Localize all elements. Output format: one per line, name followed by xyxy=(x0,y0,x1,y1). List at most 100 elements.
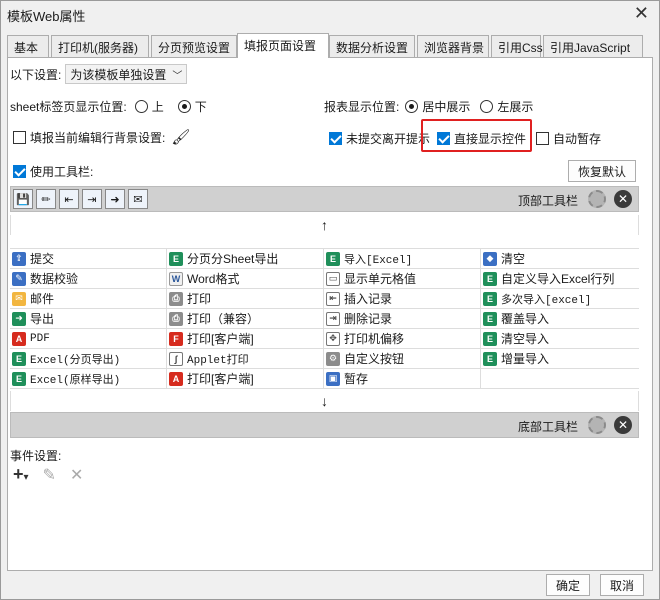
grid-item[interactable]: ⎙ 打印 xyxy=(167,289,324,309)
add-event-icon[interactable]: +▾ xyxy=(13,464,29,485)
sheet-position-row: sheet标签页显示位置: 上 下 xyxy=(10,97,207,115)
use-toolbar-checkbox[interactable] xyxy=(13,164,26,178)
printer-icon: ⎙ xyxy=(169,291,183,306)
tab-basic[interactable]: 基本 xyxy=(7,35,49,57)
tab-data-analysis[interactable]: 数据分析设置 xyxy=(329,35,415,57)
bottom-toolbar-label: 底部工具栏 xyxy=(517,420,578,434)
autosave-label: 自动暂存 xyxy=(553,131,602,146)
submit-icon: ⇪ xyxy=(12,251,26,266)
grid-item[interactable]: ✉ 邮件 xyxy=(10,289,167,309)
grid-item[interactable]: ⇥ 删除记录 xyxy=(324,309,481,329)
grid-item[interactable]: E 多次导入[excel] xyxy=(481,289,639,309)
tab-css[interactable]: 引用Css xyxy=(491,35,543,57)
use-toolbar-label: 使用工具栏: xyxy=(30,164,94,179)
tab-page-preview[interactable]: 分页预览设置 xyxy=(151,35,237,57)
sheet-bottom-radio[interactable] xyxy=(177,99,191,113)
unsubmitted-checkbox[interactable] xyxy=(329,131,342,145)
grid-item[interactable]: ◆ 清空 xyxy=(481,249,639,269)
grid-item[interactable]: ▣ 暂存 xyxy=(324,369,481,389)
report-center-radio[interactable] xyxy=(405,99,419,113)
pdf-icon: A xyxy=(169,371,183,386)
ok-button[interactable]: 确定 xyxy=(546,574,590,596)
fill-bg-checkbox[interactable] xyxy=(13,130,26,144)
grid-item-empty xyxy=(481,369,639,389)
grid-item[interactable]: A 打印[客户端] xyxy=(167,369,324,389)
grid-item[interactable]: F 打印[客户端] xyxy=(167,329,324,349)
tab-browser-bg[interactable]: 浏览器背景 xyxy=(417,35,489,57)
save-icon[interactable]: 💾 xyxy=(13,189,33,209)
delete-event-icon[interactable]: ✕ xyxy=(70,465,83,485)
arrow-down-icon[interactable]: ↓ xyxy=(321,393,328,409)
restore-default-button[interactable]: 恢复默认 xyxy=(568,160,636,182)
tab-fill-page[interactable]: 填报页面设置 xyxy=(237,33,329,58)
email-icon[interactable]: ✉ xyxy=(128,189,148,209)
sheet-position-label: sheet标签页显示位置: xyxy=(10,99,127,114)
fill-bg-label: 填报当前编辑行背景设置: xyxy=(30,130,166,145)
grid-item[interactable]: E 增量导入 xyxy=(481,349,639,369)
report-left-radio[interactable] xyxy=(480,99,494,113)
excel-icon: E xyxy=(12,371,26,386)
grid-item[interactable]: ➜ 导出 xyxy=(10,309,167,329)
move-up-row: ↑ xyxy=(10,215,639,235)
chevron-down-icon: ﹀ xyxy=(172,70,183,82)
grid-item[interactable]: ▭ 显示单元格值 xyxy=(324,269,481,289)
grid-item[interactable]: ⇪ 提交 xyxy=(10,249,167,269)
events-label: 事件设置: xyxy=(10,449,62,463)
gear-icon[interactable] xyxy=(588,190,606,208)
grid-item[interactable]: A PDF xyxy=(10,329,167,349)
fill-bg-row: 填报当前编辑行背景设置: 🖌 xyxy=(13,127,190,147)
arrow-up-icon[interactable]: ↑ xyxy=(321,217,328,233)
grid-item-label: 清空导入 xyxy=(501,332,550,346)
grid-item-label: 自定义按钮 xyxy=(344,352,405,366)
excel-icon: E xyxy=(483,291,497,306)
close-icon[interactable]: ✕ xyxy=(634,3,649,23)
report-position-label: 报表显示位置: xyxy=(324,99,400,114)
grid-item[interactable]: E Excel(分页导出) xyxy=(10,349,167,369)
sheet-bottom-label: 下 xyxy=(194,99,207,114)
autosave-checkbox[interactable] xyxy=(536,131,549,145)
autosave-row: 自动暂存 xyxy=(536,129,601,147)
grid-item-label: 导出 xyxy=(30,312,55,326)
word-icon: W xyxy=(169,271,183,286)
tab-printer-server[interactable]: 打印机(服务器) xyxy=(51,35,149,57)
grid-item[interactable]: ⎙ 打印（兼容） xyxy=(167,309,324,329)
edit-event-icon[interactable]: ✎ xyxy=(43,465,56,485)
grid-row: E Excel(分页导出) ∫ Applet打印 ⚙ 自定义按钮 E 增量导入 xyxy=(10,349,639,369)
tab-javascript[interactable]: 引用JavaScript xyxy=(543,35,643,57)
grid-item[interactable]: E 清空导入 xyxy=(481,329,639,349)
validate-icon[interactable]: ✏ xyxy=(36,189,56,209)
grid-item[interactable]: ✥ 打印机偏移 xyxy=(324,329,481,349)
grid-item[interactable]: E 分页分Sheet导出 xyxy=(167,249,324,269)
top-toolbar: 💾 ✏ ⇤ ⇥ ➜ ✉ 顶部工具栏 ✕ xyxy=(10,186,639,212)
grid-item-label: PDF xyxy=(30,332,50,345)
grid-item[interactable]: ⚙ 自定义按钮 xyxy=(324,349,481,369)
grid-item[interactable]: ⇤ 插入记录 xyxy=(324,289,481,309)
report-position-row: 报表显示位置: 居中展示 左展示 xyxy=(324,97,533,115)
remove-toolbar-icon[interactable]: ✕ xyxy=(614,416,632,434)
scope-row: 以下设置: 为该模板单独设置 ﹀ xyxy=(10,63,188,85)
direct-control-checkbox[interactable] xyxy=(437,131,450,145)
validate-icon: ✎ xyxy=(12,271,26,286)
gear-icon: ⚙ xyxy=(326,351,340,366)
export-icon[interactable]: ➜ xyxy=(105,189,125,209)
grid-item[interactable]: E 自定义导入Excel行列 xyxy=(481,269,639,289)
cancel-button[interactable]: 取消 xyxy=(600,574,644,596)
direct-control-label: 直接显示控件 xyxy=(454,131,527,146)
grid-item[interactable]: ∫ Applet打印 xyxy=(167,349,324,369)
grid-row: ⇪ 提交 E 分页分Sheet导出 E 导入[Excel] ◆ 清空 xyxy=(10,249,639,269)
insert-row-icon[interactable]: ⇤ xyxy=(59,189,79,209)
grid-item[interactable]: E 导入[Excel] xyxy=(324,249,481,269)
remove-toolbar-icon[interactable]: ✕ xyxy=(614,190,632,208)
grid-item-label: 提交 xyxy=(30,252,55,266)
sheet-top-radio[interactable] xyxy=(134,99,148,113)
gear-icon[interactable] xyxy=(588,416,606,434)
grid-item[interactable]: W Word格式 xyxy=(167,269,324,289)
grid-item[interactable]: E Excel(原样导出) xyxy=(10,369,167,389)
grid-item[interactable]: E 覆盖导入 xyxy=(481,309,639,329)
delete-row-icon[interactable]: ⇥ xyxy=(82,189,102,209)
grid-item[interactable]: ✎ 数据校验 xyxy=(10,269,167,289)
applet-icon: ∫ xyxy=(169,351,183,366)
paint-bucket-icon[interactable]: 🖌 xyxy=(171,128,190,146)
report-left-label: 左展示 xyxy=(497,99,534,114)
scope-select[interactable]: 为该模板单独设置 ﹀ xyxy=(65,64,188,84)
